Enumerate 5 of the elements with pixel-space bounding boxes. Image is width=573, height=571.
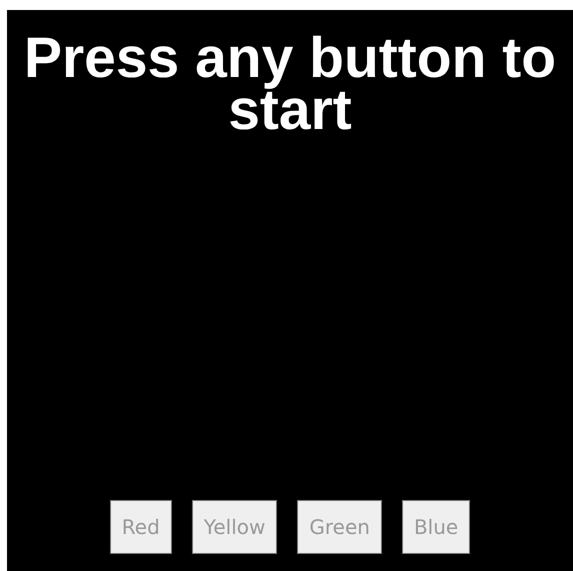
color-button[interactable]: Yellow: [192, 500, 278, 554]
start-prompt: Press any button to start: [22, 25, 558, 136]
color-button[interactable]: Green: [297, 500, 382, 554]
color-button[interactable]: Red: [110, 500, 172, 554]
color-button[interactable]: Blue: [402, 500, 470, 554]
